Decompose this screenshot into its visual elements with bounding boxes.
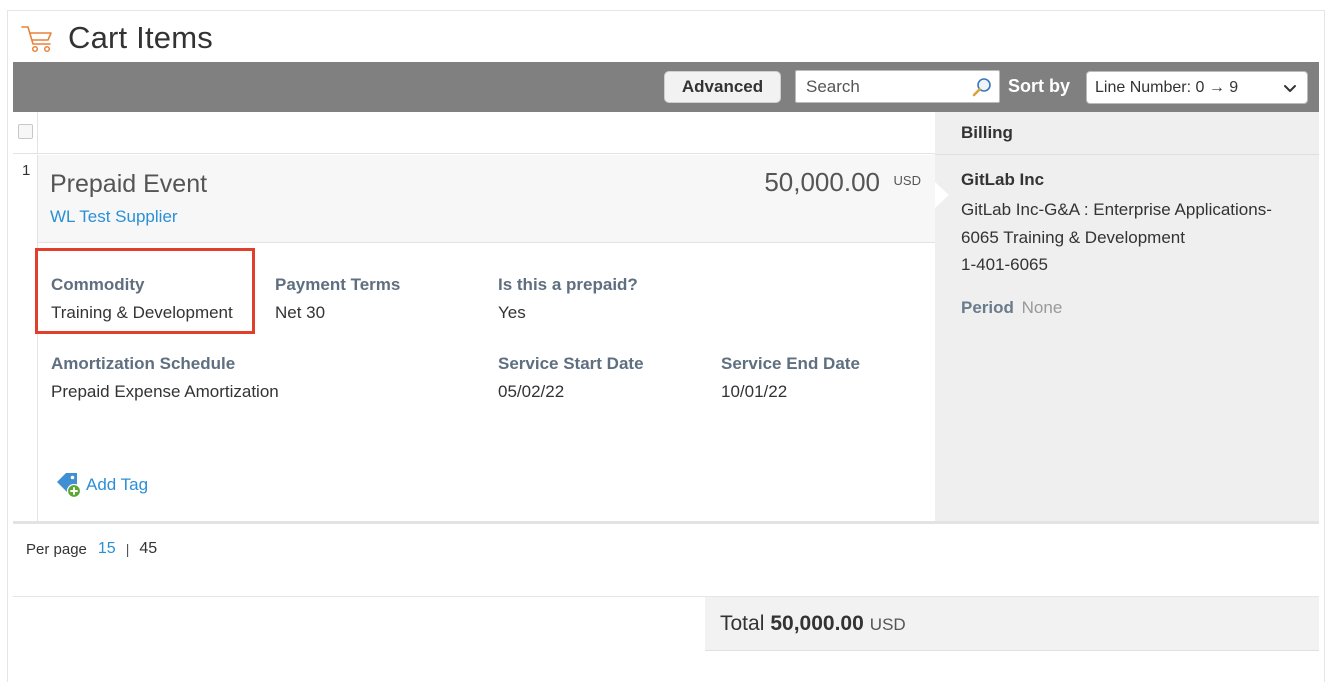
billing-account-line: GitLab Inc-G&A : Enterprise Applications… [961,200,1272,219]
add-tag-link[interactable]: Add Tag [55,471,148,499]
billing-pointer [935,182,949,208]
amortization-field: Amortization Schedule Prepaid Expense Am… [51,354,279,402]
search-input[interactable] [806,77,966,97]
search-box [795,70,1000,103]
service-end-field: Service End Date 10/01/22 [721,354,860,402]
field-value: 05/02/22 [498,382,565,401]
column-divider [37,112,38,154]
item-name: Prepaid Event [50,170,208,198]
total-currency: USD [869,615,906,634]
total-label: Total [720,611,765,635]
billing-period: Period None [961,298,1293,318]
sort-label: Sort by [1008,76,1071,96]
table-header [13,112,935,154]
per-page-separator: | [125,541,130,557]
per-page-control: Per page 15 | 45 [26,540,157,558]
commodity-highlight-box [35,248,255,334]
sort-select-value: Line Number: 0 → 9 [1095,78,1239,96]
billing-account-line: 1-401-6065 [961,255,1048,274]
billing-account-line: 6065 Training & Development [961,227,1185,247]
billing-body: GitLab Inc GitLab Inc-G&A : Enterprise A… [935,155,1319,318]
field-value: Yes [498,303,526,322]
per-page-label: Per page [26,540,87,558]
advanced-button[interactable]: Advanced [664,71,781,103]
field-label: Payment Terms [275,275,401,294]
table-bottom-border [13,521,1319,524]
page-title: Cart Items [68,20,213,55]
item-price: 50,000.00 [764,167,880,197]
sort-select[interactable]: Line Number: 0 → 9 [1086,71,1308,104]
field-label: Is this a prepaid? [498,275,638,294]
page-header: Cart Items [20,18,213,58]
item-header: Prepaid Event WL Test Supplier 50,000.00… [38,155,935,243]
billing-panel: Billing GitLab Inc GitLab Inc-G&A : Ente… [935,112,1319,522]
cart-total: Total 50,000.00 USD [705,597,1319,651]
select-all-checkbox[interactable] [18,124,33,139]
per-page-option-15[interactable]: 15 [98,540,116,558]
period-label: Period [961,297,1014,317]
add-tag-label: Add Tag [86,475,149,494]
field-value: Prepaid Expense Amortization [51,382,279,401]
field-label: Amortization Schedule [51,354,236,373]
line-number: 1 [22,162,31,179]
service-start-field: Service Start Date 05/02/22 [498,354,644,402]
payment-terms-field: Payment Terms Net 30 [275,275,400,323]
prepaid-field: Is this a prepaid? Yes [498,275,638,323]
per-page-option-45[interactable]: 45 [139,540,157,558]
supplier-link[interactable]: WL Test Supplier [50,207,178,227]
add-tag-icon [57,473,82,499]
cart-toolbar: Advanced Sort by Line Number: 0 → 9 [13,62,1319,112]
chevron-down-icon [1284,85,1296,92]
field-value: Net 30 [275,303,326,322]
cart-icon [21,26,52,53]
billing-header: Billing [935,112,1319,155]
field-label: Service Start Date [498,354,644,373]
search-icon[interactable] [971,76,993,98]
field-value: 10/01/22 [721,382,788,401]
period-value: None [1021,297,1063,317]
total-amount: 50,000.00 [770,611,864,635]
field-label: Service End Date [721,354,860,373]
billing-company: GitLab Inc [961,170,1045,189]
item-currency: USD [893,173,921,188]
